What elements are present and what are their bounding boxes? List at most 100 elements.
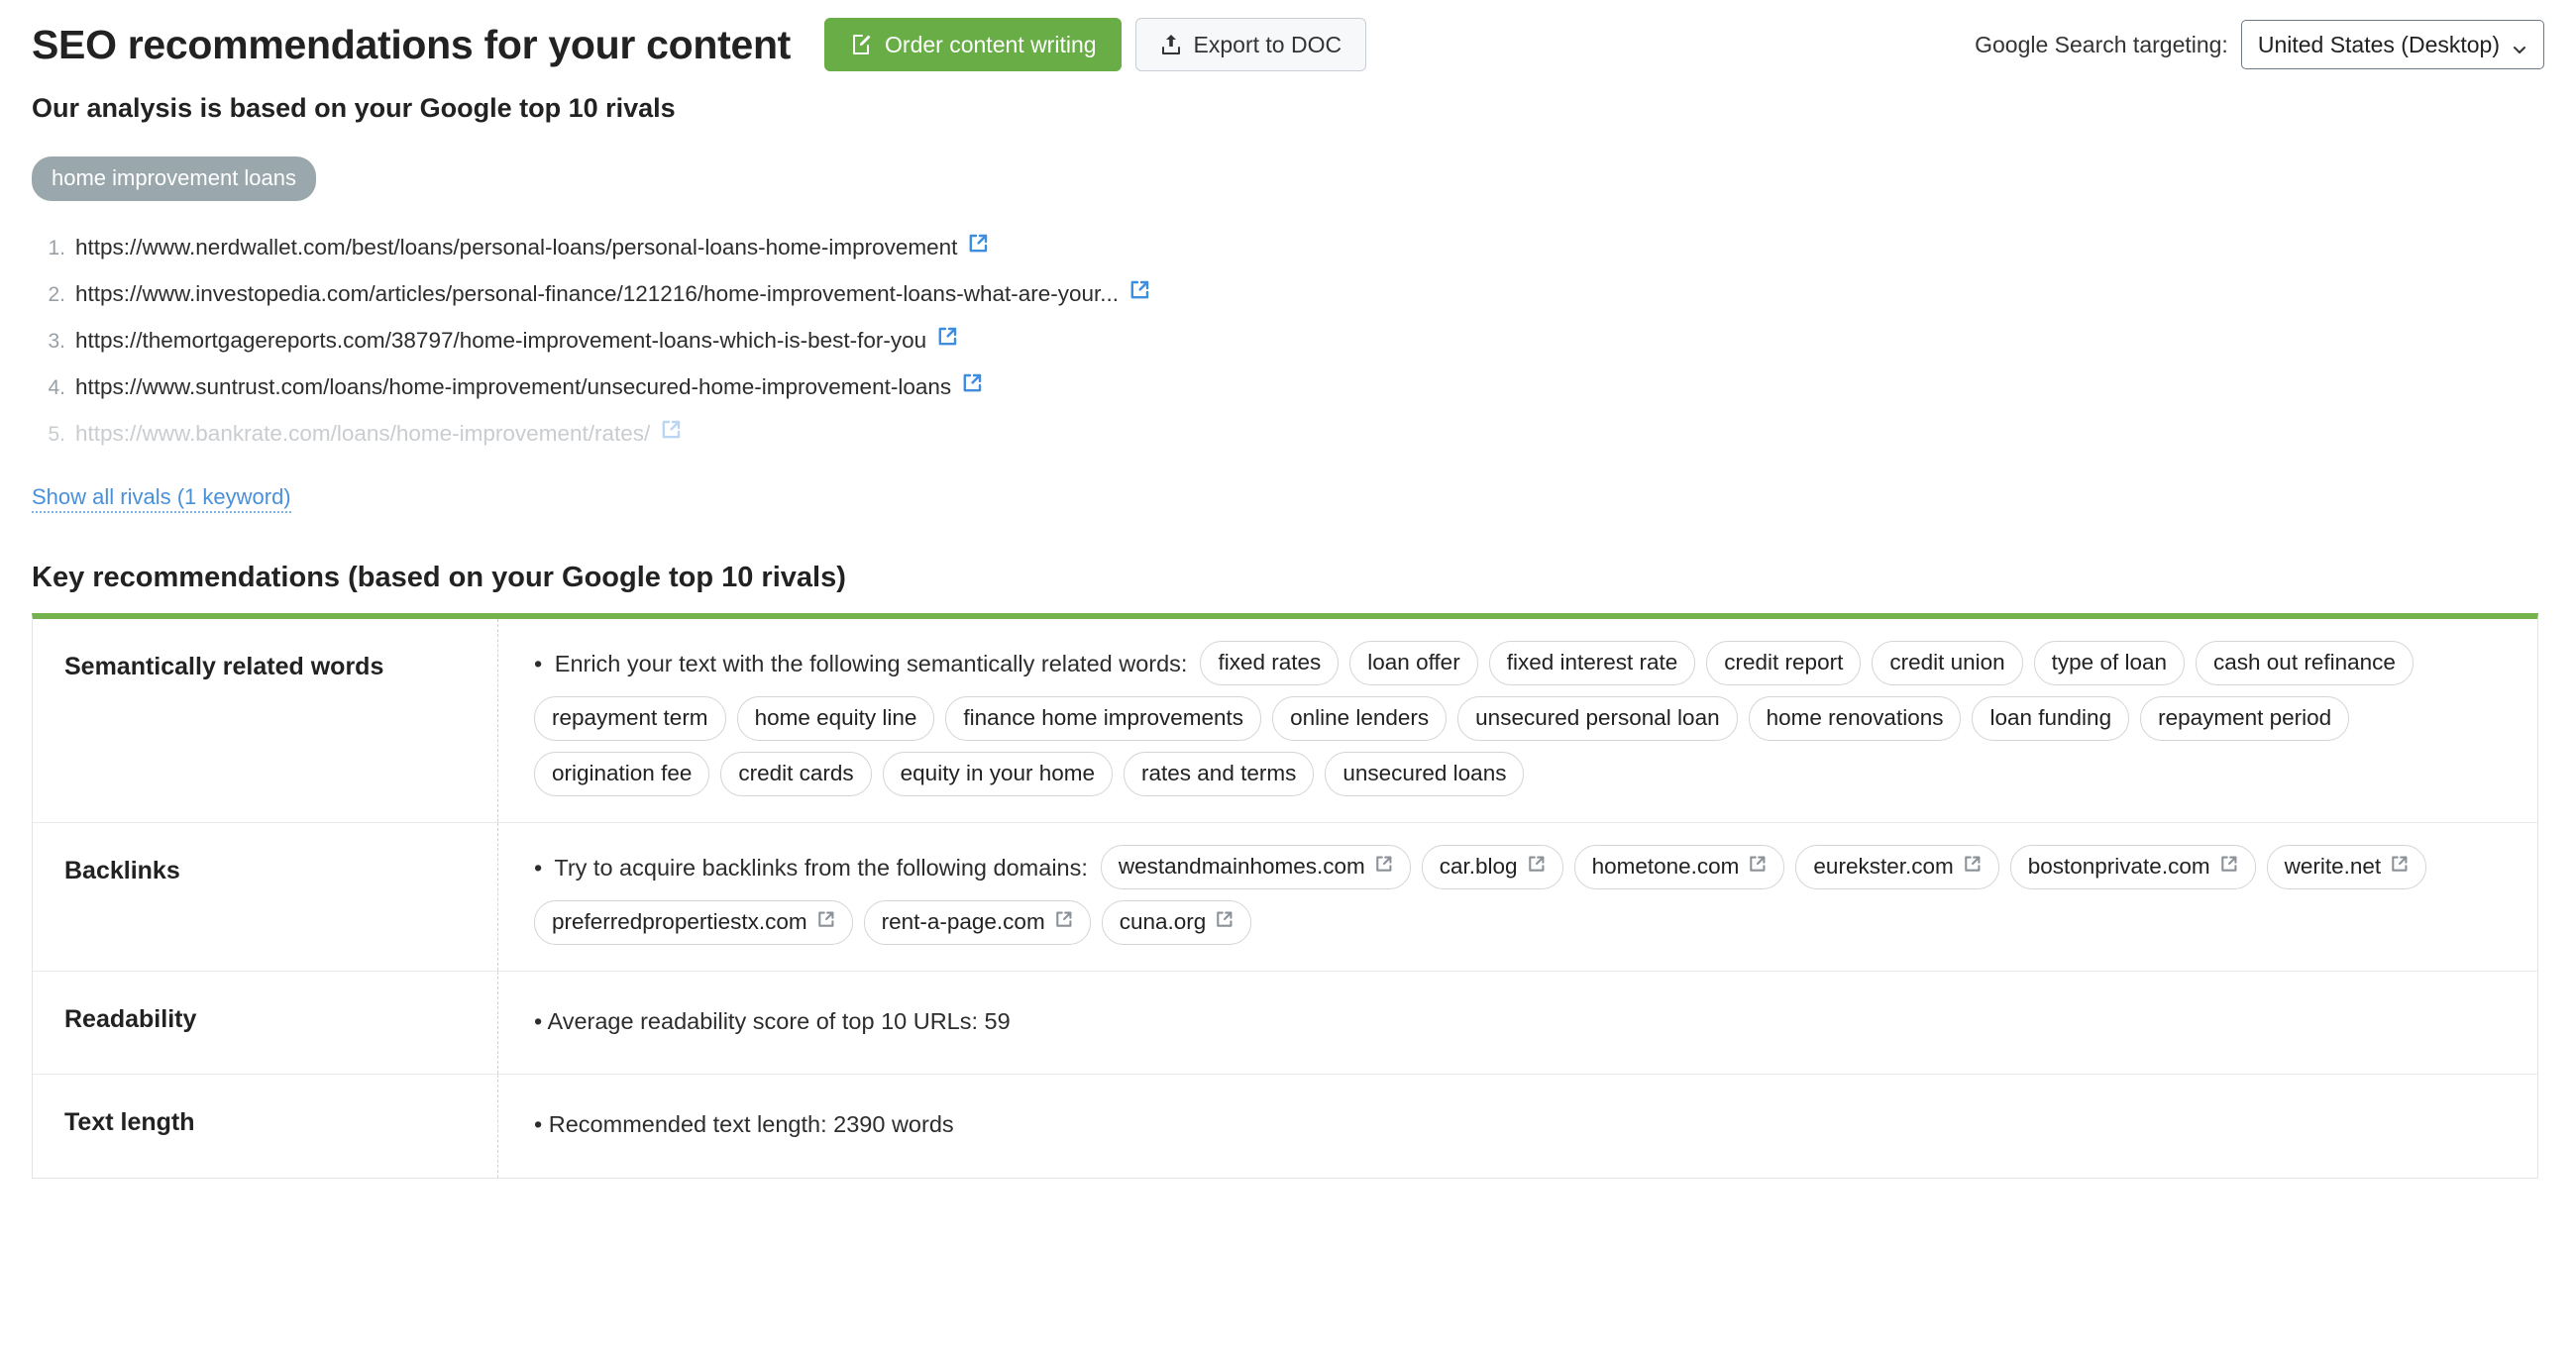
- tag-label: werite.net: [2284, 854, 2382, 879]
- tag-label: equity in your home: [900, 761, 1096, 785]
- tag-label: home renovations: [1766, 705, 1944, 730]
- tag-label: origination fee: [552, 761, 693, 785]
- related-word-tag: origination fee: [534, 752, 710, 796]
- external-link-icon[interactable]: [1128, 271, 1150, 317]
- tag-label: rates and terms: [1141, 761, 1297, 785]
- external-link-icon[interactable]: [1748, 854, 1767, 880]
- show-all-rivals-link[interactable]: Show all rivals (1 keyword): [32, 483, 291, 513]
- recommendation-row: Semantically related words • Enrich your …: [33, 619, 2537, 823]
- external-link-icon[interactable]: [1054, 909, 1073, 935]
- chevron-down-icon: [2512, 37, 2527, 53]
- external-link-icon[interactable]: [2390, 854, 2409, 880]
- related-word-tag: unsecured loans: [1325, 752, 1525, 796]
- recommendation-row: Text length • Recommended text length: 23…: [33, 1075, 2537, 1178]
- rival-url-text: https://www.bankrate.com/loans/home-impr…: [75, 421, 651, 446]
- related-word-tag: credit union: [1872, 641, 2023, 685]
- recommendation-lead-text: • Try to acquire backlinks from the foll…: [534, 854, 1088, 881]
- tag-label: home equity line: [754, 705, 917, 730]
- related-word-tag: equity in your home: [882, 752, 1114, 796]
- external-link-icon[interactable]: [1527, 854, 1546, 880]
- backlink-domain-tag[interactable]: eurekster.com: [1795, 845, 1999, 889]
- related-word-tag: loan offer: [1349, 641, 1478, 685]
- tag-label: type of loan: [2051, 650, 2168, 674]
- tag-label: finance home improvements: [963, 705, 1244, 730]
- external-link-icon[interactable]: [967, 225, 989, 270]
- rival-url-item[interactable]: 1. https://www.nerdwallet.com/best/loans/…: [32, 225, 2544, 271]
- rival-url-text: https://www.nerdwallet.com/best/loans/pe…: [75, 235, 958, 259]
- keyword-badge[interactable]: home improvement loans: [32, 156, 317, 201]
- targeting-label: Google Search targeting:: [1975, 31, 2228, 57]
- tag-label: bostonprivate.com: [2027, 854, 2210, 879]
- backlink-domain-tag[interactable]: cuna.org: [1101, 900, 1252, 945]
- external-link-icon[interactable]: [1374, 854, 1393, 880]
- recommendation-content: • Recommended text length: 2390 words: [498, 1075, 2537, 1178]
- export-to-doc-button[interactable]: Export to DOC: [1134, 18, 1367, 71]
- related-word-tag: home equity line: [736, 696, 935, 741]
- recommendation-content: • Enrich your text with the following se…: [498, 619, 2537, 822]
- related-word-tag: rates and terms: [1124, 752, 1315, 796]
- backlink-domain-tag[interactable]: werite.net: [2266, 845, 2427, 889]
- related-word-tag: home renovations: [1748, 696, 1962, 741]
- tag-label: unsecured loans: [1342, 761, 1507, 785]
- order-content-writing-label: Order content writing: [885, 31, 1097, 57]
- rival-url-item[interactable]: 5. https://www.bankrate.com/loans/home-im…: [32, 411, 2544, 458]
- rival-url-item[interactable]: 3. https://themortgagereports.com/38797/h…: [32, 318, 2544, 364]
- rival-url-index: 4.: [48, 376, 65, 399]
- related-word-tag: finance home improvements: [945, 696, 1262, 741]
- order-content-writing-button[interactable]: Order content writing: [824, 18, 1122, 71]
- tag-label: loan offer: [1367, 650, 1460, 674]
- analysis-subtitle: Our analysis is based on your Google top…: [32, 93, 676, 123]
- external-link-icon[interactable]: [2219, 854, 2238, 880]
- external-link-icon[interactable]: [1215, 909, 1234, 935]
- edit-document-icon: [849, 33, 873, 56]
- recommendation-text: • Recommended text length: 2390 words: [534, 1111, 954, 1137]
- rival-url-index: 5.: [48, 423, 65, 446]
- backlink-domain-tag[interactable]: bostonprivate.com: [2009, 845, 2256, 889]
- key-recommendations-title: Key recommendations (based on your Googl…: [32, 562, 846, 593]
- rival-url-index: 3.: [48, 330, 65, 353]
- rival-url-text: https://themortgagereports.com/38797/hom…: [75, 328, 927, 353]
- external-link-icon[interactable]: [961, 364, 983, 410]
- external-link-icon[interactable]: [1963, 854, 1982, 880]
- recommendation-label: Backlinks: [33, 823, 498, 971]
- seo-recommendations-page: SEO recommendations for your content Ord…: [0, 0, 2576, 1349]
- related-word-tag: repayment period: [2140, 696, 2350, 741]
- tag-label: online lenders: [1290, 705, 1430, 730]
- rival-url-list: 1. https://www.nerdwallet.com/best/loans/…: [32, 225, 2544, 458]
- backlink-domain-tag[interactable]: westandmainhomes.com: [1100, 845, 1411, 889]
- rival-url-index: 2.: [48, 283, 65, 306]
- backlink-domain-tag[interactable]: car.blog: [1421, 845, 1563, 889]
- backlink-domain-tag[interactable]: rent-a-page.com: [863, 900, 1091, 945]
- tag-label: credit cards: [738, 761, 854, 785]
- tag-label: loan funding: [1989, 705, 2112, 730]
- backlink-domain-tag[interactable]: hometone.com: [1573, 845, 1785, 889]
- rival-url-text: https://www.investopedia.com/articles/pe…: [75, 281, 1120, 306]
- tag-label: cash out refinance: [2213, 650, 2396, 674]
- recommendation-label: Text length: [33, 1075, 498, 1178]
- tag-label: rent-a-page.com: [881, 909, 1045, 934]
- tag-label: fixed interest rate: [1506, 650, 1678, 674]
- tag-label: credit report: [1724, 650, 1844, 674]
- recommendation-content: • Average readability score of top 10 UR…: [498, 972, 2537, 1074]
- targeting-select[interactable]: United States (Desktop): [2240, 20, 2544, 69]
- tag-label: credit union: [1889, 650, 2005, 674]
- backlink-domain-tag[interactable]: preferredpropertiestx.com: [534, 900, 853, 945]
- targeting-selected-value: United States (Desktop): [2257, 31, 2500, 57]
- external-link-icon[interactable]: [660, 411, 682, 457]
- export-to-doc-label: Export to DOC: [1193, 31, 1342, 57]
- tag-label: preferredpropertiestx.com: [552, 909, 807, 934]
- related-word-tag: unsecured personal loan: [1457, 696, 1738, 741]
- page-title: SEO recommendations for your content: [32, 21, 792, 67]
- rival-url-index: 1.: [48, 237, 65, 259]
- external-link-icon[interactable]: [816, 909, 835, 935]
- related-word-tag: credit cards: [720, 752, 872, 796]
- rival-url-item[interactable]: 2. https://www.investopedia.com/articles/…: [32, 271, 2544, 318]
- tag-label: repayment term: [552, 705, 708, 730]
- recommendation-content: • Try to acquire backlinks from the foll…: [498, 823, 2537, 971]
- related-word-tag: repayment term: [534, 696, 726, 741]
- recommendation-lead-text: • Enrich your text with the following se…: [534, 650, 1188, 676]
- external-link-icon[interactable]: [936, 318, 958, 363]
- rival-url-item[interactable]: 4. https://www.suntrust.com/loans/home-im…: [32, 364, 2544, 411]
- tag-label: westandmainhomes.com: [1118, 854, 1365, 879]
- recommendation-text: • Average readability score of top 10 UR…: [534, 1007, 1011, 1034]
